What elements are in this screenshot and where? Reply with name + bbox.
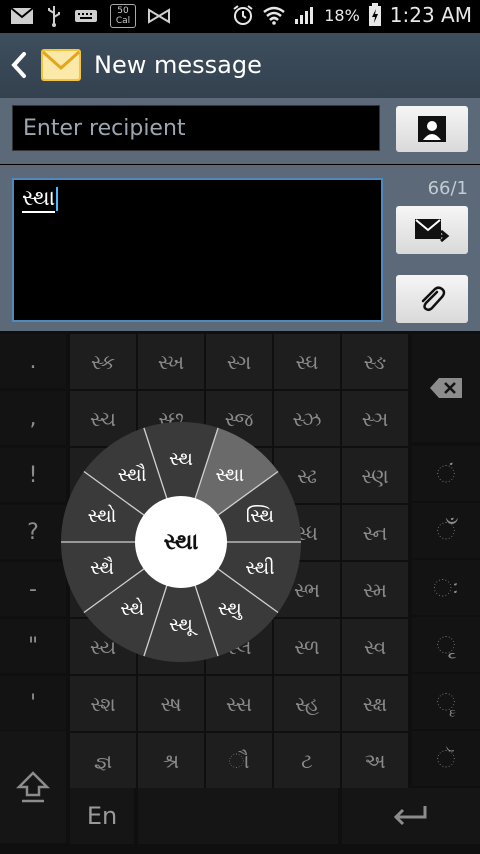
battery-charging-icon [368,3,382,27]
punctuation-key[interactable]: , [0,391,66,445]
radial-character-picker[interactable]: સ્થ સ્થા સ્થિ સ્થી સ્થુ સ્થૂ સ્થે સ્થૈ સ્થો સ્થૌ … [60,421,302,663]
radial-option[interactable]: સ્થૌ [118,464,147,486]
status-bar: 50 Cal 18% 1:23 AM [0,0,480,33]
messages-app-icon[interactable] [40,46,82,84]
radial-option[interactable]: સ્થા [215,464,244,486]
send-message-icon [415,219,450,243]
temperature-icon: 50 Cal [110,4,136,28]
page-title: New message [94,51,262,79]
gujarati-key[interactable]: સ્ષ [138,676,204,731]
gujarati-key[interactable]: સ્શ [70,676,136,731]
message-text: સ્થા [22,186,56,213]
keyboard-icon [74,8,98,24]
diacritic-key[interactable]: ઃ [412,560,480,615]
contact-icon [418,116,446,142]
attach-button[interactable] [396,275,468,323]
gujarati-key[interactable]: સ્ક્ષ [342,676,408,731]
radial-option[interactable]: સ્થૈ [90,557,114,579]
gujarati-key[interactable]: સ્ઙ [342,334,408,389]
space-key[interactable] [138,788,338,844]
enter-icon [393,806,427,826]
contacts-button[interactable] [396,106,468,152]
backspace-key[interactable] [412,334,480,442]
battery-percent: 18% [324,5,360,25]
diacritic-key[interactable]: ૄ [412,674,480,729]
gujarati-key[interactable]: સ્ઘ [274,334,340,389]
punctuation-key[interactable]: . [0,334,66,388]
usb-icon [46,5,62,27]
back-button[interactable] [8,49,34,81]
gujarati-key[interactable]: અ [342,733,408,788]
text-caret [56,187,59,211]
punctuation-key[interactable]: - [0,562,66,616]
gujarati-key[interactable]: સ્ગ [206,334,272,389]
character-counter: 66/1 [427,178,468,199]
punctuation-key[interactable]: ? [0,505,66,559]
punctuation-key[interactable]: ' [0,676,66,730]
wifi-icon [262,5,286,25]
chevron-left-icon [11,52,26,78]
gujarati-key[interactable]: ટ [274,733,340,788]
gujarati-key[interactable]: શ્ર [138,733,204,788]
shift-icon [16,771,50,803]
send-button[interactable] [396,206,468,254]
radial-option[interactable]: સ્થી [245,557,274,579]
notification-icons: 50 Cal [10,4,170,28]
gujarati-key[interactable]: સ્ખ [138,334,204,389]
action-bar: New message [0,33,480,99]
radial-option[interactable]: સ્થ [169,448,193,470]
punctuation-key[interactable]: ! [0,448,66,502]
gujarati-key[interactable]: સ્વ [342,619,408,674]
signal-icon [294,5,316,25]
gujarati-key[interactable]: સ્સ [206,676,272,731]
alarm-icon [232,4,254,26]
bowtie-icon [148,8,170,24]
enter-key[interactable] [342,788,480,844]
shift-key[interactable] [0,731,66,843]
radial-option[interactable]: સ્થે [120,598,144,620]
radial-center-char[interactable]: સ્થા [164,529,199,555]
gujarati-key[interactable]: સ્મ [342,562,408,617]
radial-option[interactable]: સ્થુ [218,598,242,620]
punctuation-key[interactable]: " [0,619,66,673]
diacritic-key[interactable]: ઁ [412,503,480,558]
gujarati-key[interactable]: જ્ઞ [70,733,136,788]
message-input[interactable]: સ્થા [12,178,383,322]
gujarati-key[interactable]: સ્ણ [342,448,408,503]
system-icons: 18% 1:23 AM [232,3,472,27]
diacritic-key[interactable]: ં [412,446,480,501]
clock: 1:23 AM [389,3,472,27]
gujarati-key[interactable]: સ્હ [274,676,340,731]
gujarati-key[interactable]: સ્ઞ [342,391,408,446]
backspace-icon [430,378,462,398]
gujarati-key[interactable]: ૌ [206,733,272,788]
paperclip-icon [421,286,446,312]
language-key[interactable]: En [70,788,134,844]
recipient-input[interactable]: Enter recipient [12,105,380,151]
gujarati-key[interactable]: સ્ક [70,334,136,389]
diacritic-key[interactable]: ૃ [412,617,480,672]
diacritic-key[interactable]: ૅ [412,731,480,786]
gujarati-key[interactable]: સ્ન [342,505,408,560]
radial-option[interactable]: સ્થિ [246,505,274,527]
mail-icon [10,7,34,25]
radial-option[interactable]: સ્થૂ [169,614,193,636]
radial-option[interactable]: સ્થો [88,505,117,527]
